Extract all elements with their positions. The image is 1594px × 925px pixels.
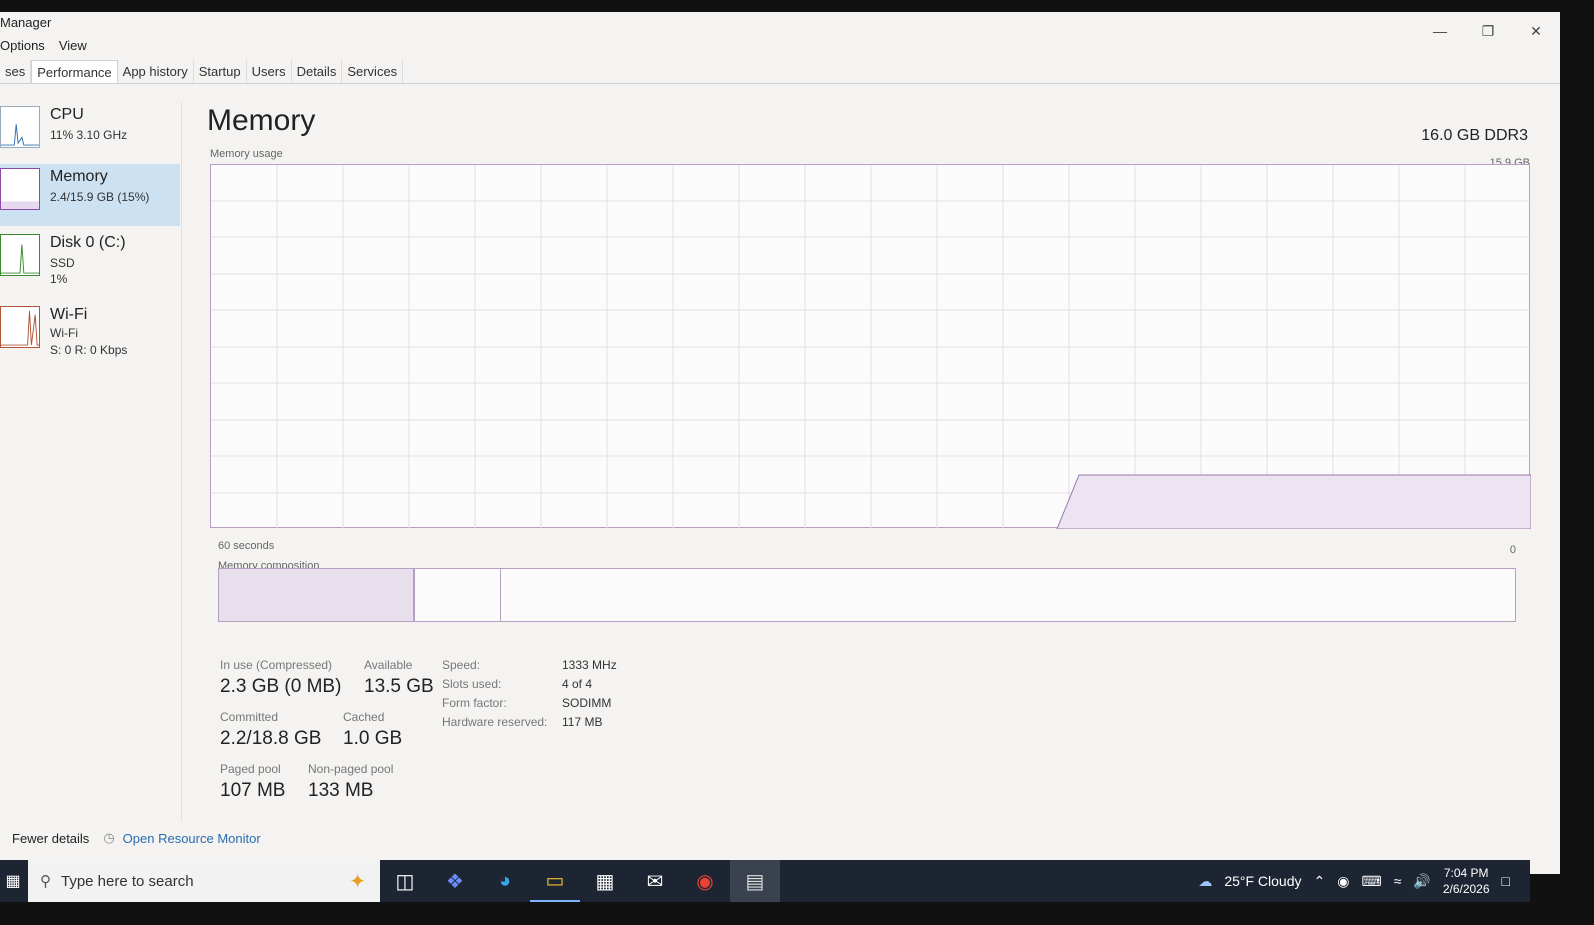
sidebar-item-detail: S: 0 R: 0 Kbps [50, 343, 128, 357]
form-factor-value: SODIMM [562, 696, 612, 710]
paged-pool-value: 107 MB [220, 780, 286, 801]
window-title: Manager [0, 15, 52, 30]
cached-label: Cached [343, 710, 385, 724]
sidebar-item-subtitle: 2.4/15.9 GB (15%) [50, 190, 150, 204]
sidebar-item-label: Disk 0 (C:) [50, 234, 126, 251]
system-tray: ☁ 25°F Cloudy ⌃ ◉ ⌨ ≈ 🔊 7:04 PM 2/6/2026… [1198, 860, 1510, 902]
menu-view[interactable]: View [59, 38, 87, 56]
committed-label: Committed [220, 710, 279, 724]
slots-used-value: 4 of 4 [562, 677, 593, 691]
task-manager-window: Manager — ❐ ✕ Options View ses Performan… [0, 12, 1560, 874]
search-icon: ⚲ [40, 873, 51, 890]
clock-time: 7:04 PM [1443, 866, 1489, 880]
time-span-label: 60 seconds [218, 540, 275, 552]
memory-panel: Memory 16.0 GB DDR3 Memory usage 15.9 GB [190, 102, 1550, 822]
tab-services[interactable]: Services [342, 60, 404, 83]
windows-start-icon[interactable]: ▦ [0, 860, 26, 902]
memory-usage-graph [210, 164, 1532, 530]
sidebar-item-detail: 1% [50, 272, 68, 286]
sidebar-item-label: Wi-Fi [50, 306, 88, 323]
task-manager-taskbar-icon[interactable]: ▤ [730, 860, 780, 902]
non-paged-pool-label: Non-paged pool [308, 762, 394, 776]
sidebar-item-subtitle: Wi-Fi [50, 326, 78, 340]
task-view-icon[interactable]: ◫ [380, 860, 430, 902]
available-label: Available [364, 658, 413, 672]
file-explorer-icon[interactable]: ▭ [530, 860, 580, 902]
taskbar: ▦ ⚲ Type here to search ✦ ◫ ❖ ◕ ▭ ▦ ✉ ◉ … [0, 860, 1530, 902]
menu-bar: Options View [0, 38, 87, 56]
composition-standby [417, 569, 501, 621]
in-use-value: 2.3 GB (0 MB) [220, 676, 342, 697]
sidebar-item-memory[interactable]: Memory 2.4/15.9 GB (15%) [0, 164, 180, 226]
memory-spec: 16.0 GB DDR3 [1421, 127, 1528, 144]
memory-composition-bar [218, 568, 1516, 622]
memory-usage-label: Memory usage [210, 148, 283, 160]
sidebar-item-subtitle: 11% 3.10 GHz [50, 128, 128, 142]
taskbar-search-box[interactable]: ⚲ Type here to search ✦ [28, 860, 380, 902]
fewer-details-button[interactable]: Fewer details [12, 831, 89, 846]
notification-icon[interactable]: □ [1502, 873, 1510, 889]
menu-options[interactable]: Options [0, 38, 45, 56]
open-resource-monitor-link[interactable]: Open Resource Monitor [123, 831, 261, 846]
non-paged-pool-value: 133 MB [308, 780, 374, 801]
tab-performance[interactable]: Performance [31, 60, 118, 83]
taskbar-clock[interactable]: 7:04 PM 2/6/2026 [1443, 865, 1490, 897]
slots-used-label: Slots used: [442, 677, 502, 691]
composition-in-use [219, 569, 415, 621]
form-factor-label: Form factor: [442, 696, 507, 710]
sidebar-item-cpu[interactable]: CPU 11% 3.10 GHz [0, 102, 180, 164]
search-placeholder: Type here to search [61, 872, 194, 890]
wifi-icon[interactable]: ≈ [1394, 873, 1402, 889]
speed-label: Speed: [442, 658, 481, 672]
sidebar-item-label: Memory [50, 168, 108, 185]
resource-monitor-icon: ◷ [103, 830, 115, 845]
tab-bar: ses Performance App history Startup User… [0, 60, 1560, 84]
footer-bar: Fewer details ◷ Open Resource Monitor [0, 830, 261, 846]
available-value: 13.5 GB [364, 676, 434, 697]
copilot-icon[interactable]: ❖ [430, 860, 480, 902]
chrome-icon[interactable]: ◉ [680, 860, 730, 902]
disk-thumbnail-graph [0, 234, 40, 276]
committed-value: 2.2/18.8 GB [220, 728, 322, 749]
hardware-reserved-label: Hardware reserved: [442, 715, 548, 729]
page-title: Memory [207, 104, 316, 137]
performance-sidebar: CPU 11% 3.10 GHz Memory 2.4/15.9 GB (15%… [0, 102, 182, 822]
speed-value: 1333 MHz [562, 658, 617, 672]
tab-processes[interactable]: ses [0, 60, 32, 83]
sidebar-item-wifi[interactable]: Wi-Fi Wi-Fi S: 0 R: 0 Kbps [0, 302, 180, 364]
mail-icon[interactable]: ✉ [630, 860, 680, 902]
hardware-reserved-value: 117 MB [562, 715, 603, 729]
meet-now-icon[interactable]: ◉ [1337, 873, 1349, 890]
sidebar-item-subtitle: SSD [50, 256, 75, 270]
chevron-up-icon[interactable]: ⌃ [1314, 873, 1326, 890]
weather-text[interactable]: 25°F Cloudy [1224, 873, 1301, 889]
microsoft-store-icon[interactable]: ▦ [580, 860, 630, 902]
minimize-button[interactable]: — [1430, 22, 1450, 40]
wifi-thumbnail-graph [0, 306, 40, 348]
title-bar: Manager — ❐ ✕ [0, 12, 1560, 39]
sidebar-item-disk[interactable]: Disk 0 (C:) SSD 1% [0, 230, 180, 292]
in-use-label: In use (Compressed) [220, 658, 333, 672]
paged-pool-label: Paged pool [220, 762, 281, 776]
keyboard-icon[interactable]: ⌨ [1361, 873, 1381, 890]
tab-details[interactable]: Details [292, 60, 343, 83]
tab-app-history[interactable]: App history [118, 60, 194, 83]
tab-users[interactable]: Users [247, 60, 292, 83]
memory-thumbnail-graph [0, 168, 40, 210]
close-button[interactable]: ✕ [1526, 22, 1546, 40]
graph-zero-label: 0 [1509, 544, 1516, 556]
volume-icon[interactable]: 🔊 [1413, 873, 1430, 890]
cloud-weather-icon: ☁ [1198, 872, 1213, 889]
tab-startup[interactable]: Startup [194, 60, 247, 83]
maximize-button[interactable]: ❐ [1478, 22, 1498, 40]
edge-browser-icon[interactable]: ◕ [480, 860, 530, 902]
sidebar-item-label: CPU [50, 106, 84, 123]
search-highlight-icon: ✦ [349, 870, 366, 893]
memory-usage-graph-svg [211, 165, 1532, 530]
clock-date: 2/6/2026 [1442, 882, 1490, 896]
cpu-thumbnail-graph [0, 106, 40, 148]
cached-value: 1.0 GB [343, 728, 403, 749]
